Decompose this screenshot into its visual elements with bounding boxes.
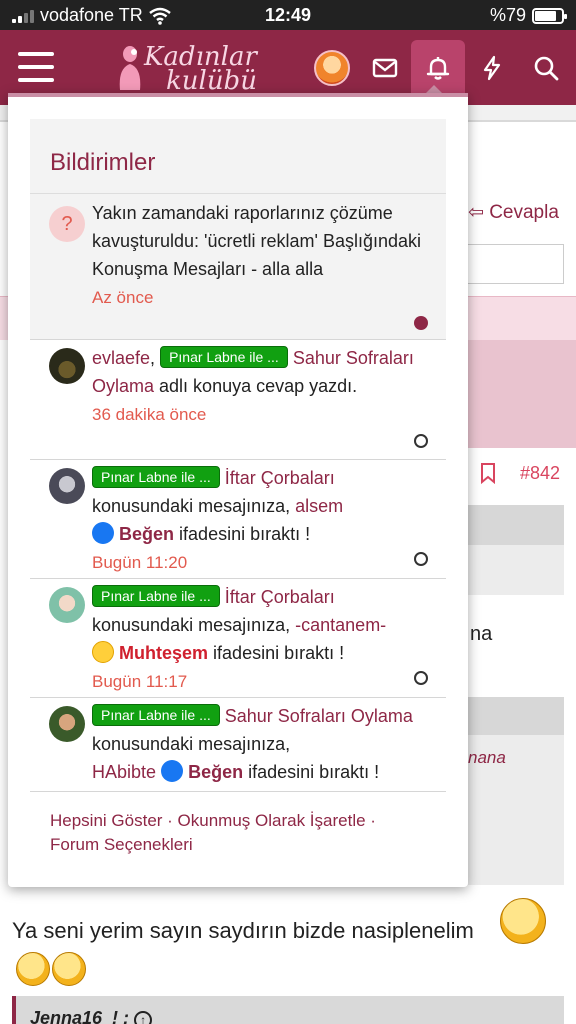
read-dot-icon[interactable]: [414, 671, 428, 685]
thread-link[interactable]: İftar Çorbaları: [225, 587, 335, 607]
action-text: adlı konuya cevap yazdı.: [159, 376, 358, 396]
footer-separator: ·: [162, 811, 178, 830]
action-text: ifadesini bıraktı !: [248, 762, 380, 782]
post-number[interactable]: #842: [520, 463, 560, 484]
user-badge: Pınar Labne ile ...: [160, 346, 288, 368]
smiley-icon: [52, 952, 86, 986]
quote-header: Jenna16_! : ↑: [12, 996, 564, 1024]
mid-text: konusundaki mesajınıza,: [92, 496, 291, 516]
user-link[interactable]: HAbibte: [92, 762, 156, 782]
bell-icon: [426, 57, 450, 80]
notification-item[interactable]: Pınar Labne ile ... İftar Çorbaları konu…: [30, 460, 446, 579]
question-icon: ?: [49, 206, 85, 242]
post-text: Ya seni yerim sayın saydırın bizde nasip…: [12, 918, 474, 943]
status-bar: vodafone TR 12:49 %79: [0, 0, 576, 30]
bg-gray-1: [468, 505, 564, 545]
arrow-up-icon[interactable]: ↑: [134, 1011, 153, 1024]
user-badge: Pınar Labne ile ...: [92, 585, 220, 607]
notification-item[interactable]: Pınar Labne ile ... Sahur Sofraları Oyla…: [30, 698, 446, 792]
mid-text: konusundaki mesajınıza,: [92, 615, 291, 635]
like-icon: [92, 522, 114, 544]
bg-partial-italic: nana: [468, 748, 506, 767]
battery-fill: [535, 10, 556, 21]
menu-icon[interactable]: [18, 52, 54, 82]
heart-eyes-icon: [92, 641, 114, 663]
search-button[interactable]: [519, 40, 573, 96]
thread-link[interactable]: Sahur Sofraları Oylama: [225, 706, 413, 726]
mail-button[interactable]: [358, 40, 412, 96]
user-avatar[interactable]: [49, 587, 85, 623]
bg-partial-text: na: [470, 623, 493, 645]
bg-gray-2: [468, 697, 564, 735]
reaction-label: Beğen: [188, 762, 244, 782]
notification-text: Yakın zamandaki raporlarınız çözüme kavu…: [92, 203, 422, 279]
battery-icon: [532, 7, 567, 24]
mid-text: konusundaki mesajınıza,: [92, 734, 291, 754]
user-link[interactable]: alsem: [295, 496, 343, 516]
reaction-label: Muhteşem: [119, 643, 209, 663]
notifications-dropdown: Bildirimler ? Yakın zamandaki raporların…: [8, 93, 468, 887]
smiley-icon: [16, 952, 50, 986]
bg-pink-block: [468, 340, 576, 448]
action-text: ifadesini bıraktı !: [179, 524, 311, 544]
notification-time: Bugün 11:20: [92, 553, 188, 572]
bg-input: [468, 244, 564, 284]
notification-time: 36 dakika önce: [92, 405, 207, 424]
separator-text: ,: [150, 348, 156, 368]
user-link[interactable]: -cantanem-: [295, 615, 386, 635]
reply-icon: ⇦: [468, 202, 484, 223]
whats-new-button[interactable]: [465, 40, 519, 96]
reply-label: Cevapla: [489, 202, 559, 223]
user-link[interactable]: evlaefe: [92, 348, 150, 368]
battery-group: %79: [489, 5, 567, 26]
thread-link[interactable]: İftar Çorbaları: [225, 468, 335, 488]
forum-options-link[interactable]: Forum Seçenekleri: [50, 835, 193, 854]
unread-dot-icon[interactable]: [414, 316, 428, 330]
user-badge: Pınar Labne ile ...: [92, 704, 220, 726]
reply-button[interactable]: ⇦ Cevapla: [468, 201, 559, 224]
notification-time: Bugün 11:17: [92, 672, 188, 691]
user-avatar[interactable]: [49, 468, 85, 504]
avatar[interactable]: [314, 50, 350, 86]
read-dot-icon[interactable]: [414, 434, 428, 448]
quote-author[interactable]: Jenna16_! :: [30, 1008, 129, 1024]
mark-read-link[interactable]: Okunmuş Olarak İşaretle: [178, 811, 366, 830]
like-icon: [161, 760, 184, 782]
logo-text-2: kulübü: [166, 66, 257, 96]
notification-item[interactable]: Pınar Labne ile ... İftar Çorbaları konu…: [30, 579, 446, 698]
bg-quote-1: [468, 545, 564, 595]
footer-separator: ·: [365, 811, 376, 830]
notification-item[interactable]: evlaefe, Pınar Labne ile ... Sahur Sofra…: [30, 340, 446, 460]
show-all-link[interactable]: Hepsini Göster: [50, 811, 162, 830]
notification-item[interactable]: ? Yakın zamandaki raporlarınız çözüme ka…: [30, 194, 446, 340]
site-logo[interactable]: Kadınlar kulübü: [110, 38, 270, 96]
bookmark-icon[interactable]: [478, 462, 498, 485]
user-badge: Pınar Labne ile ...: [92, 466, 220, 488]
mail-icon: [372, 58, 398, 78]
reaction-label: Beğen: [119, 524, 175, 544]
user-avatar[interactable]: [49, 348, 85, 384]
smiley-icon: [500, 898, 546, 944]
read-dot-icon[interactable]: [414, 552, 428, 566]
logo-mark-icon: [119, 46, 141, 90]
battery-percent: %79: [489, 5, 526, 25]
user-avatar[interactable]: [49, 706, 85, 742]
notification-time: Az önce: [92, 288, 154, 307]
dropdown-title: Bildirimler: [30, 119, 446, 194]
action-text: ifadesini bıraktı !: [213, 643, 345, 663]
dropdown-footer: Hepsini Göster · Okunmuş Olarak İşaretle…: [50, 809, 430, 857]
search-icon: [534, 56, 559, 81]
bolt-icon: [483, 55, 501, 81]
